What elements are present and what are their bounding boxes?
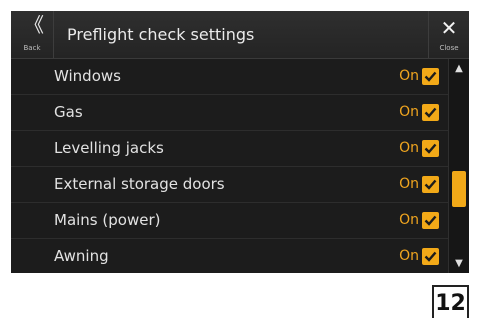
list-item[interactable]: Levelling jacks On [11, 131, 449, 167]
checkbox-checked-icon[interactable] [422, 68, 439, 85]
list-item-state: On [399, 104, 419, 120]
list-item-state: On [399, 140, 419, 156]
list-item-label: Windows [54, 67, 121, 85]
list-item[interactable]: Mains (power) On [11, 203, 449, 239]
close-button-label: Close [439, 44, 459, 52]
triangle-up-icon[interactable]: ▲ [449, 63, 469, 74]
back-button-label: Back [23, 44, 41, 52]
list-item-state: On [399, 248, 419, 264]
list-item[interactable]: External storage doors On [11, 167, 449, 203]
scrollbar-thumb[interactable] [452, 171, 466, 207]
list-item[interactable]: Awning On [11, 239, 449, 273]
page-number: 12 [432, 285, 469, 318]
list-item-label: Gas [54, 103, 83, 121]
scrollbar[interactable]: ▲ ▼ [448, 59, 469, 273]
list-item-label: Levelling jacks [54, 139, 164, 157]
header-bar: 《 Back Preflight check settings ✕ Close [11, 11, 469, 59]
checkbox-checked-icon[interactable] [422, 176, 439, 193]
list-item-state: On [399, 68, 419, 84]
settings-screen: 《 Back Preflight check settings ✕ Close … [11, 11, 469, 273]
page-title: Preflight check settings [67, 25, 255, 44]
list-item[interactable]: Gas On [11, 95, 449, 131]
list-item-label: Awning [54, 247, 109, 265]
list-item-state: On [399, 176, 419, 192]
list-item-label: External storage doors [54, 175, 225, 193]
triangle-down-icon[interactable]: ▼ [449, 258, 469, 269]
close-icon: ✕ [440, 16, 458, 40]
settings-list: Windows On Gas On Levelling jacks On Ext… [11, 59, 449, 273]
checkbox-checked-icon[interactable] [422, 248, 439, 265]
checkbox-checked-icon[interactable] [422, 104, 439, 121]
list-item[interactable]: Windows On [11, 59, 449, 95]
double-chevron-left-icon: 《 [24, 13, 44, 37]
close-button[interactable]: ✕ Close [428, 11, 469, 58]
back-button[interactable]: 《 Back [11, 11, 54, 58]
list-item-state: On [399, 212, 419, 228]
checkbox-checked-icon[interactable] [422, 212, 439, 229]
checkbox-checked-icon[interactable] [422, 140, 439, 157]
list-item-label: Mains (power) [54, 211, 161, 229]
